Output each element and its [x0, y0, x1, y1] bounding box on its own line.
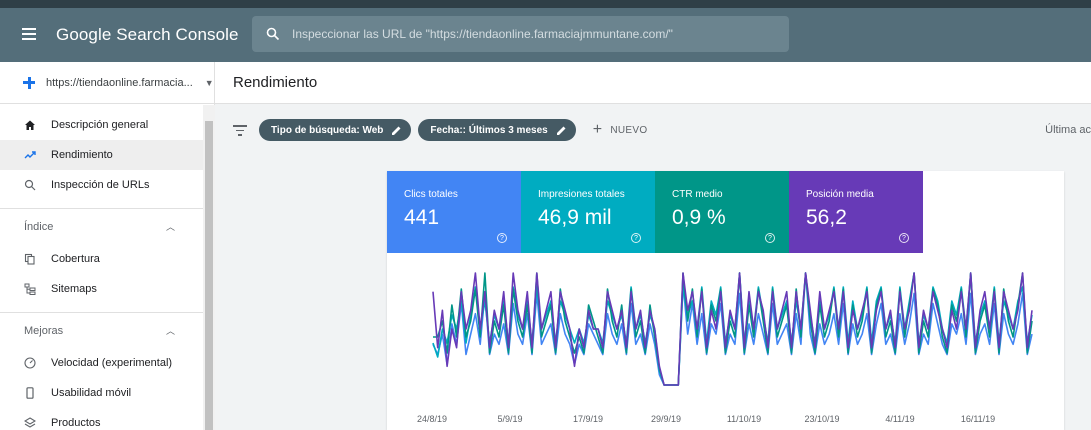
help-icon[interactable]: ? — [765, 233, 775, 243]
section-label: Índice — [24, 220, 54, 233]
sidebar-item-label: Descripción general — [51, 119, 149, 131]
filter-icon[interactable] — [233, 124, 247, 136]
metric-tile-ctr[interactable]: CTR medio 0,9 % ? — [655, 171, 789, 253]
metric-tile-impressions[interactable]: Impresiones totales 46,9 mil ? — [521, 171, 655, 253]
dropdown-caret-icon: ▼ — [204, 77, 214, 88]
metric-value: 56,2 — [806, 206, 847, 229]
performance-chart: 24/8/19 5/9/19 17/9/19 29/9/19 11/10/19 23/10… — [417, 272, 1033, 424]
plus-icon: + — [592, 121, 603, 138]
help-icon[interactable]: ? — [899, 233, 909, 243]
search-input[interactable] — [292, 27, 772, 41]
sidebar-item-speed[interactable]: Velocidad (experimental) — [0, 348, 203, 378]
metric-tiles: Clics totales 441 ? Impresiones totales … — [387, 171, 1064, 253]
sidebar-item-performance[interactable]: Rendimiento — [0, 140, 203, 170]
x-tick-label: 23/10/19 — [804, 414, 839, 424]
sidebar-item-label: Cobertura — [51, 253, 100, 265]
last-update-text: Última ac — [1045, 124, 1091, 136]
app-title[interactable]: Google Search Console — [56, 25, 239, 45]
filter-chip-search-type[interactable]: Tipo de búsqueda: Web — [259, 119, 412, 141]
x-tick-label: 24/8/19 — [417, 414, 447, 424]
section-label: Mejoras — [24, 324, 64, 337]
sidebar-item-products[interactable]: Productos — [0, 408, 203, 430]
page-title: Rendimiento — [233, 74, 318, 91]
sidebar-item-label: Inspección de URLs — [51, 179, 150, 191]
x-tick-label: 11/10/19 — [727, 414, 761, 424]
property-selector[interactable]: https://tiendaonline.farmacia... ▼ — [0, 62, 214, 104]
property-url: https://tiendaonline.farmacia... — [46, 76, 193, 89]
x-tick-label: 4/11/19 — [885, 414, 914, 424]
sidebar-item-label: Productos — [51, 417, 101, 429]
metric-tile-clicks[interactable]: Clics totales 441 ? — [387, 171, 521, 253]
coverage-icon — [24, 253, 36, 265]
metric-label: CTR medio — [672, 189, 723, 200]
x-tick-label: 16/11/19 — [961, 414, 995, 424]
hamburger-menu-icon[interactable] — [22, 28, 42, 42]
metric-value: 0,9 % — [672, 206, 726, 229]
scrollbar-thumb[interactable] — [205, 121, 213, 430]
sidebar-item-overview[interactable]: Descripción general — [0, 110, 203, 140]
sidebar-item-sitemaps[interactable]: Sitemaps — [0, 274, 203, 304]
search-icon — [266, 27, 280, 41]
chevron-up-icon: ︿ — [165, 326, 175, 336]
sidebar-scrollbar[interactable] — [203, 105, 215, 430]
url-inspection-search[interactable] — [252, 16, 789, 52]
help-icon[interactable]: ? — [631, 233, 641, 243]
add-filter-button[interactable]: + NUEVO — [593, 121, 648, 139]
chip-label: Fecha:: Últimos 3 meses — [430, 124, 548, 136]
metric-value: 46,9 mil — [538, 206, 612, 229]
sitemap-icon — [24, 283, 36, 295]
search-icon — [24, 179, 36, 191]
metric-value: 441 — [404, 206, 440, 229]
performance-card: Clics totales 441 ? Impresiones totales … — [387, 171, 1064, 430]
new-label: NUEVO — [610, 124, 648, 136]
metric-label: Clics totales — [404, 189, 458, 200]
sidebar-item-mobile-usability[interactable]: Usabilidad móvil — [0, 378, 203, 408]
chevron-up-icon: ︿ — [165, 222, 175, 232]
speed-icon — [24, 357, 36, 369]
help-icon[interactable]: ? — [497, 233, 507, 243]
mobile-icon — [24, 387, 36, 399]
edit-pencil-icon — [392, 126, 401, 135]
sidebar-item-label: Rendimiento — [51, 149, 113, 161]
edit-pencil-icon — [556, 126, 566, 135]
filter-bar: Tipo de búsqueda: Web Fecha:: Últimos 3 … — [215, 104, 1091, 156]
sidebar-item-label: Usabilidad móvil — [51, 387, 132, 399]
x-tick-label: 5/9/19 — [497, 414, 522, 424]
sidebar-item-coverage[interactable]: Cobertura — [0, 244, 203, 274]
page-header: Rendimiento — [215, 62, 1091, 104]
trending-up-icon — [24, 149, 36, 161]
x-tick-label: 29/9/19 — [651, 414, 681, 424]
x-tick-label: 17/9/19 — [573, 414, 603, 424]
home-icon — [24, 119, 36, 131]
sidebar: https://tiendaonline.farmacia... ▼ Descr… — [0, 62, 215, 430]
property-icon — [22, 75, 36, 90]
metric-label: Impresiones totales — [538, 189, 625, 200]
section-index-header[interactable]: Índice ︿ — [0, 208, 203, 244]
top-app-bar: Google Search Console — [0, 0, 1091, 62]
metric-label: Posición media — [806, 189, 874, 200]
sidebar-item-label: Velocidad (experimental) — [51, 357, 173, 369]
sidebar-item-label: Sitemaps — [51, 283, 97, 295]
sidebar-item-url-inspection[interactable]: Inspección de URLs — [0, 170, 203, 200]
chip-label: Tipo de búsqueda: Web — [271, 124, 384, 136]
products-icon — [24, 417, 36, 429]
app-title-text: Google Search Console — [56, 25, 239, 44]
metric-tile-position[interactable]: Posición media 56,2 ? — [789, 171, 923, 253]
section-improvements-header[interactable]: Mejoras ︿ — [0, 312, 203, 348]
filter-chip-date[interactable]: Fecha:: Últimos 3 meses — [418, 119, 576, 141]
